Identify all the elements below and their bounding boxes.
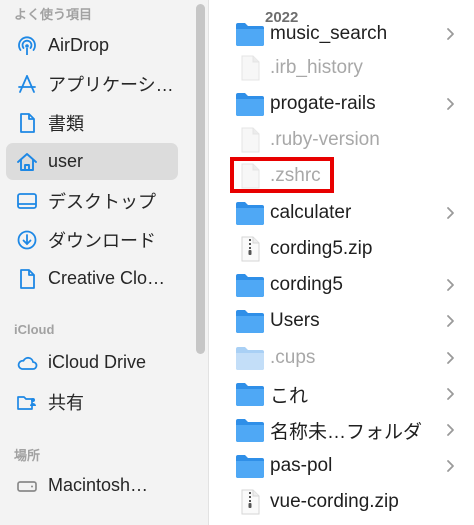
file-name: .cups: [270, 347, 316, 368]
folder-icon: [235, 200, 265, 226]
folder-icon: [235, 91, 265, 117]
locations-header: 場所: [14, 448, 41, 463]
file-name: cording5: [270, 274, 343, 295]
sidebar-item-label: 共有: [48, 392, 84, 413]
chevron-right-icon: [446, 459, 456, 473]
chevron-right-icon: [446, 423, 456, 437]
sidebar-item-label: AirDrop: [48, 35, 110, 55]
file-row[interactable]: これ: [209, 376, 474, 412]
file-name: .ruby-version: [270, 129, 380, 150]
folder-icon: [235, 308, 265, 334]
applications-icon: [16, 73, 38, 95]
desktop-icon: [16, 190, 38, 212]
file-row[interactable]: 名称未…フォルダ: [209, 412, 474, 448]
file-icon: [235, 127, 265, 153]
sidebar-item-label: Creative Clo…: [48, 268, 166, 288]
file-row[interactable]: Users: [209, 303, 474, 339]
file-name: vue-cording.zip: [270, 491, 399, 512]
sidebar-item-label: デスクトップ: [48, 191, 156, 212]
home-icon: [16, 151, 38, 173]
file-icon: [16, 268, 38, 290]
sidebar-item-desktop[interactable]: デスクトップ: [6, 182, 178, 219]
document-icon: [16, 112, 38, 134]
disk-icon: [16, 475, 38, 497]
folder-icon: [235, 345, 265, 371]
file-column: 2022 music_search .irb_history progate-rai…: [209, 0, 474, 525]
sidebar-item-label: ダウンロード: [48, 230, 156, 251]
sidebar-item-label: アプリケーシ…: [48, 74, 174, 95]
file-name: .irb_history: [270, 57, 363, 78]
file-row[interactable]: cording5: [209, 267, 474, 303]
highlight-box: [230, 157, 334, 193]
sidebar-item-airdrop[interactable]: AirDrop: [6, 27, 178, 64]
sidebar-item-user[interactable]: user: [6, 143, 178, 180]
folder-icon: [235, 21, 265, 47]
chevron-right-icon: [446, 351, 456, 365]
cloud-icon: [16, 352, 38, 374]
sidebar-item-downloads[interactable]: ダウンロード: [6, 221, 178, 258]
sidebar-item-label: 書類: [48, 113, 84, 134]
file-name: calculater: [270, 202, 352, 223]
file-row[interactable]: cording5.zip: [209, 231, 474, 267]
folder-icon: [235, 453, 265, 479]
sidebar-scroll-thumb[interactable]: [196, 4, 205, 354]
file-row[interactable]: progate-rails: [209, 86, 474, 122]
file-icon: [235, 55, 265, 81]
zip-file-icon: [235, 489, 265, 515]
zip-file-icon: [235, 236, 265, 262]
file-name: progate-rails: [270, 93, 376, 114]
chevron-right-icon: [446, 278, 456, 292]
file-row[interactable]: pas-pol: [209, 448, 474, 484]
sidebar-item-creative-cloud[interactable]: Creative Clo…: [6, 260, 178, 297]
chevron-right-icon: [446, 314, 456, 328]
file-row[interactable]: vue-cording.zip: [209, 484, 474, 520]
sidebar-item-macintosh[interactable]: Macintosh…: [6, 467, 178, 504]
airdrop-icon: [16, 35, 38, 57]
sidebar: よく使う項目 AirDrop アプリケーシ… 書類 user デスクトップ ダウ…: [0, 0, 208, 525]
file-name: music_search: [270, 23, 388, 44]
folder-icon: [235, 417, 265, 443]
chevron-right-icon: [446, 387, 456, 401]
file-name: Users: [270, 310, 320, 331]
sidebar-item-label: Macintosh…: [48, 475, 149, 495]
chevron-right-icon: [446, 97, 456, 111]
chevron-right-icon: [446, 206, 456, 220]
shared-folder-icon: [16, 391, 38, 413]
file-row[interactable]: .cups: [209, 340, 474, 376]
download-icon: [16, 229, 38, 251]
favorites-header: よく使う項目: [14, 7, 93, 22]
icloud-header: iCloud: [14, 322, 55, 337]
file-row[interactable]: calculater: [209, 195, 474, 231]
file-row[interactable]: music_search: [209, 16, 474, 52]
file-name: cording5.zip: [270, 238, 373, 259]
file-row[interactable]: .irb_history: [209, 50, 474, 86]
folder-icon: [235, 272, 265, 298]
file-row[interactable]: .ruby-version: [209, 122, 474, 158]
sidebar-item-applications[interactable]: アプリケーシ…: [6, 65, 178, 102]
chevron-right-icon: [446, 27, 456, 41]
sidebar-item-icloud-drive[interactable]: iCloud Drive: [6, 344, 178, 381]
sidebar-item-shared[interactable]: 共有: [6, 383, 178, 420]
file-name: pas-pol: [270, 455, 333, 476]
sidebar-item-label: iCloud Drive: [48, 352, 147, 372]
folder-icon: [235, 381, 265, 407]
file-name: これ: [270, 385, 309, 407]
sidebar-item-documents[interactable]: 書類: [6, 104, 178, 141]
file-name: 名称未…フォルダ: [270, 421, 423, 443]
sidebar-item-label: user: [48, 151, 84, 171]
